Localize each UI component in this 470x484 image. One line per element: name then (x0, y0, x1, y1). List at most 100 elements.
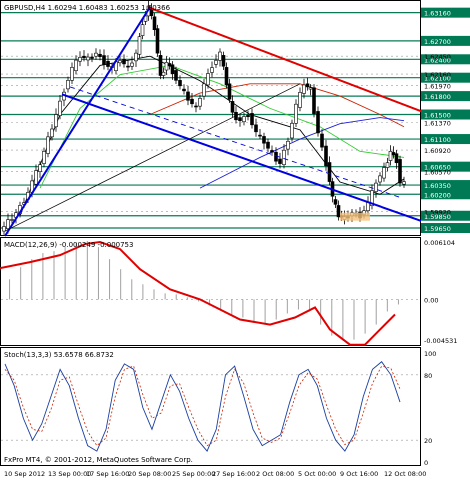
price-label-17: 1.60570 (424, 169, 451, 177)
candle-body (294, 103, 298, 124)
candle-body (186, 91, 190, 101)
time-label-2: 17 Sep 16:00 (86, 470, 129, 478)
price-label-15: 1.61370 (424, 119, 451, 127)
highlight-box (340, 212, 370, 221)
chart-svg: 1.631601.627001.624001.621001.618001.615… (0, 0, 470, 478)
price-panel (0, 0, 421, 236)
candle-body (78, 57, 82, 62)
candle-body (122, 58, 126, 65)
candle-body (214, 60, 218, 65)
candle-body (238, 117, 242, 121)
price-label-6: 1.61100 (424, 136, 451, 144)
candle-body (137, 36, 142, 55)
time-label-1: 13 Sep 00:00 (48, 470, 91, 478)
price-label-5: 1.61500 (424, 112, 451, 120)
candle-body (378, 175, 382, 183)
candle-body (246, 115, 250, 118)
candle-body (206, 73, 210, 86)
candle-body (90, 56, 94, 59)
candle-body (320, 133, 324, 148)
candle-body (66, 80, 70, 90)
candle-body (54, 114, 58, 128)
time-label-9: 12 Oct 08:00 (384, 470, 426, 478)
candle-body (385, 162, 390, 168)
candle-body (388, 151, 393, 161)
candle-body (86, 56, 90, 61)
candle-body (74, 59, 78, 72)
candle-body (316, 111, 320, 134)
price-label-18: 1.59920 (424, 208, 451, 216)
time-label-5: 27 Sep 16:00 (212, 470, 255, 478)
candle-body (324, 145, 328, 167)
time-label-6: 2 Oct 08:00 (256, 470, 294, 478)
candle-body (198, 98, 202, 107)
price-label-0: 1.63160 (424, 10, 451, 18)
candle-body (98, 53, 102, 57)
price-label-13: 1.62160 (424, 71, 451, 79)
time-label-3: 20 Sep 08:00 (128, 470, 171, 478)
candle-body (230, 101, 235, 113)
candle-body (266, 141, 270, 149)
candle-body (210, 67, 214, 73)
candle-body (262, 136, 266, 144)
price-label-8: 1.60350 (424, 182, 451, 190)
candle-body (270, 150, 274, 153)
time-label-7: 5 Oct 00:00 (298, 470, 336, 478)
candle-body (224, 67, 229, 86)
candle-body (312, 87, 316, 114)
price-label-4: 1.61800 (424, 93, 451, 101)
candle-body (366, 202, 370, 212)
candle-body (254, 124, 258, 133)
candle-body (391, 152, 396, 156)
candle-body (374, 182, 378, 192)
candle-body (218, 51, 222, 61)
candle-body (94, 52, 98, 57)
candle-body (290, 122, 294, 139)
candle-body (308, 87, 313, 90)
price-label-1: 1.62700 (424, 38, 451, 46)
candle-body (178, 80, 182, 87)
candle-body (302, 84, 306, 94)
time-label-4: 25 Sep 00:00 (172, 470, 215, 478)
candle-body (202, 83, 206, 97)
candle-body (333, 199, 338, 205)
price-label-11: 1.59650 (424, 225, 451, 233)
candle-body (336, 205, 341, 218)
candle-body (282, 149, 286, 166)
candle-body (164, 62, 169, 71)
stoch-panel (0, 347, 421, 466)
candle-body (402, 181, 406, 185)
candle-body (155, 28, 160, 54)
candle-body (394, 153, 399, 164)
candle-body (286, 140, 290, 150)
macd-scale-bg (421, 237, 470, 345)
candle-body (278, 158, 282, 164)
macd-label-2: -0.004531 (424, 337, 457, 345)
stoch-label-0: 100 (424, 350, 436, 358)
candle-body (258, 134, 262, 137)
candle-body (305, 83, 310, 88)
candle-body (158, 55, 163, 76)
candle-body (250, 113, 254, 126)
candle-body (174, 70, 178, 81)
time-label-0: 10 Sep 2012 (4, 470, 45, 478)
price-label-12: 1.62450 (424, 53, 451, 61)
candle-body (102, 55, 106, 65)
stoch-label-2: 20 (424, 437, 432, 445)
candle-body (382, 167, 386, 179)
candle-body (398, 159, 402, 184)
stoch-scale-bg (421, 347, 470, 465)
candle-body (82, 55, 86, 59)
candle-body (70, 67, 74, 81)
candle-body (161, 71, 166, 76)
candle-body (152, 16, 157, 31)
price-label-9: 1.60200 (424, 191, 451, 199)
candle-body (130, 62, 134, 67)
candle-body (190, 98, 194, 105)
candle-body (42, 151, 46, 164)
stoch-label-3: 0 (424, 459, 428, 467)
stoch-title: Stoch(13,3,3) 53.6578 66.8732 (4, 351, 114, 359)
candle-body (182, 88, 186, 92)
candle-body (118, 60, 122, 64)
candle-body (221, 55, 226, 67)
